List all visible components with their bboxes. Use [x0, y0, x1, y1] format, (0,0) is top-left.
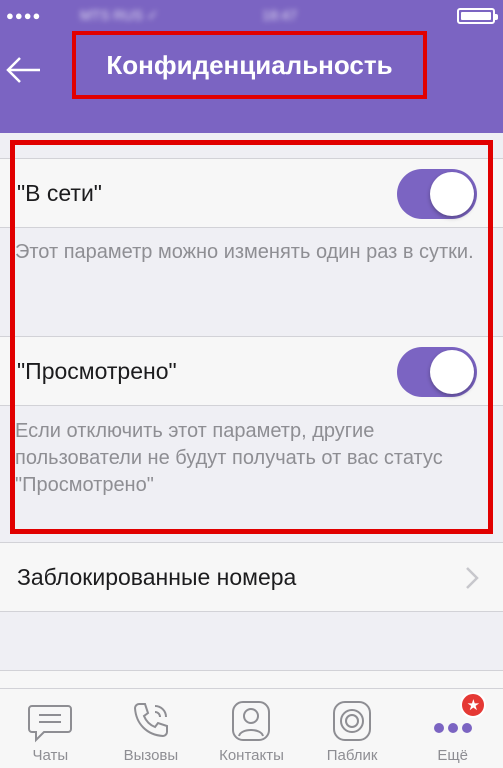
chevron-right-icon	[466, 567, 479, 589]
battery-icon	[457, 8, 498, 24]
tab-public-label: Паблик	[326, 747, 378, 764]
empty-row	[0, 670, 503, 690]
contact-icon	[232, 701, 271, 741]
arrow-left-icon	[6, 57, 40, 83]
notification-badge: ★	[460, 692, 487, 718]
back-button[interactable]	[4, 50, 44, 90]
phone-icon	[133, 703, 168, 738]
public-icon	[333, 701, 372, 741]
online-description: Этот параметр можно изменять один раз в …	[15, 241, 474, 263]
seen-toggle[interactable]	[397, 347, 477, 397]
tab-contacts[interactable]: Контакты	[201, 689, 302, 768]
status-time: 18:47	[262, 7, 298, 23]
seen-setting-row[interactable]: "Просмотрено"	[0, 336, 503, 406]
status-bar: ●●●● MTS RUS ✓ 18:47	[0, 0, 503, 30]
tab-chats-label: Чаты	[32, 747, 69, 764]
chat-bubble-icon	[28, 705, 73, 743]
tab-more-label: Ещё	[437, 747, 469, 764]
tab-bar: Чаты Вызовы Контакты Паблик ★ Ещё	[0, 688, 503, 768]
signal-strength: ●●●●	[6, 8, 42, 23]
blocked-numbers-label: Заблокированные номера	[17, 563, 297, 590]
carrier-name: MTS RUS ✓	[80, 7, 159, 23]
tab-chats[interactable]: Чаты	[0, 689, 101, 768]
tab-calls-label: Вызовы	[123, 747, 179, 764]
tab-contacts-label: Контакты	[219, 747, 284, 764]
online-toggle[interactable]	[397, 169, 477, 219]
page-title: Конфиденциальность	[106, 49, 393, 80]
online-setting-row[interactable]: "В сети"	[0, 158, 503, 228]
seen-label: "Просмотрено"	[17, 357, 177, 384]
tab-calls[interactable]: Вызовы	[101, 689, 202, 768]
blocked-numbers-row[interactable]: Заблокированные номера	[0, 542, 503, 612]
tab-public[interactable]: Паблик	[302, 689, 403, 768]
seen-description: Если отключить этот параметр, другие пол…	[15, 420, 443, 496]
app-header: ●●●● MTS RUS ✓ 18:47 Конфиденциальность	[0, 0, 503, 133]
title-highlight: Конфиденциальность	[72, 31, 427, 99]
online-label: "В сети"	[17, 179, 102, 206]
tab-more[interactable]: ★ Ещё	[402, 689, 503, 768]
